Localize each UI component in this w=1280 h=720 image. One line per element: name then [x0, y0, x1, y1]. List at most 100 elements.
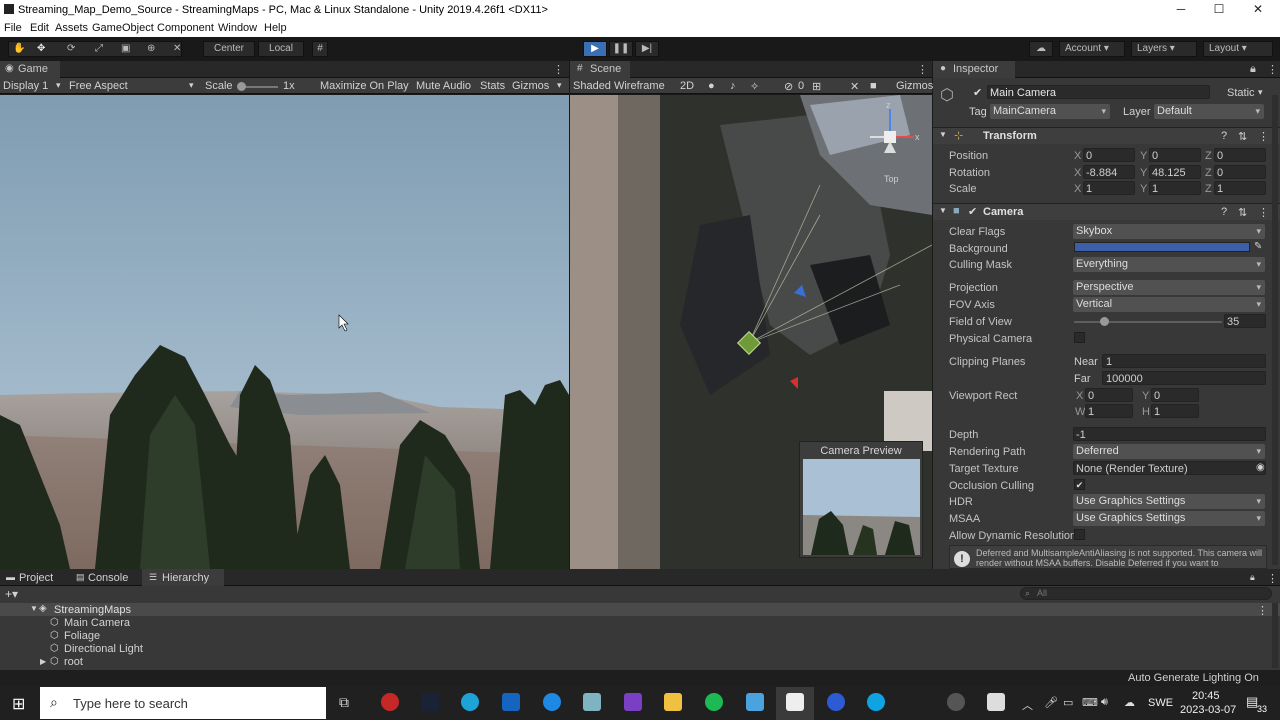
app-blue-icon[interactable]	[746, 693, 764, 711]
outlook-icon[interactable]	[502, 693, 520, 711]
projection-dropdown[interactable]: Perspective	[1073, 280, 1265, 295]
language-indicator[interactable]: SWE	[1148, 697, 1173, 709]
hierarchy-menu-icon[interactable]: ⋮	[1267, 572, 1278, 585]
hidden-objects-icon[interactable]: ⊘	[784, 80, 793, 93]
menu-edit[interactable]: Edit	[30, 22, 49, 34]
menu-file[interactable]: File	[4, 22, 22, 34]
object-picker-icon[interactable]: ◉	[1256, 462, 1265, 473]
layers-dropdown[interactable]: Layers ▾	[1131, 41, 1197, 57]
msaa-dropdown[interactable]: Use Graphics Settings	[1073, 511, 1265, 526]
menu-gameobject[interactable]: GameObject	[92, 22, 154, 34]
tools-icon[interactable]: ✕	[850, 80, 859, 93]
transform-foldout-icon[interactable]: ▼	[939, 130, 947, 139]
rendering-path-dropdown[interactable]: Deferred	[1073, 444, 1265, 459]
scene-expand-icon[interactable]: ▼	[30, 604, 38, 613]
create-button[interactable]: +▾	[5, 587, 18, 601]
hierarchy-item-foliage[interactable]	[0, 630, 1270, 643]
transform-presets-icon[interactable]: ⇅	[1238, 130, 1247, 143]
physical-camera-checkbox[interactable]	[1074, 332, 1085, 343]
project-tab[interactable]: Project	[19, 572, 53, 584]
near-field[interactable]	[1102, 354, 1266, 368]
depth-field[interactable]	[1073, 427, 1266, 441]
scene-root-row[interactable]	[0, 603, 1280, 616]
stats-toggle[interactable]: Stats	[480, 80, 505, 92]
hierarchy-item-main-camera[interactable]	[0, 617, 1270, 630]
windows-start-icon[interactable]: ⊞	[12, 694, 25, 714]
game-menu-icon[interactable]: ⋮	[553, 63, 564, 76]
camera-settings-icon[interactable]: ■	[870, 80, 877, 92]
display-dropdown[interactable]: Display 1	[3, 80, 48, 92]
background-color-swatch[interactable]	[1074, 242, 1250, 252]
unity-hub-icon[interactable]	[987, 693, 1005, 711]
maximize-on-play-toggle[interactable]: Maximize On Play	[320, 80, 409, 92]
rotate-tool-icon[interactable]: ⟳	[67, 42, 75, 56]
game-gizmos-toggle[interactable]: Gizmos	[512, 80, 549, 92]
console-tab[interactable]: Console	[88, 572, 128, 584]
grid-toggle-icon[interactable]: ⊞	[812, 80, 821, 93]
grid-snap-icon[interactable]: #	[312, 41, 328, 57]
clear-flags-dropdown[interactable]: Skybox	[1073, 224, 1265, 239]
menu-window[interactable]: Window	[218, 22, 257, 34]
app-teal-icon[interactable]	[583, 693, 601, 711]
camera-enabled-checkbox[interactable]: ✔	[968, 205, 977, 218]
scale-slider-handle[interactable]	[237, 82, 246, 91]
camera-help-icon[interactable]: ?	[1221, 206, 1227, 218]
hierarchy-search-input[interactable]	[1020, 587, 1272, 600]
step-button[interactable]: ▶|	[635, 41, 659, 57]
app-red-icon[interactable]	[381, 693, 399, 711]
close-button[interactable]: ✕	[1248, 2, 1268, 16]
hierarchy-item-root[interactable]	[0, 656, 1270, 669]
visual-studio-icon[interactable]	[624, 693, 642, 711]
rect-tool-icon[interactable]: ▣	[121, 42, 130, 56]
layout-dropdown[interactable]: Layout ▾	[1203, 41, 1273, 57]
scene-row-menu-icon[interactable]: ⋮	[1257, 604, 1268, 617]
occlusion-culling-checkbox[interactable]: ✔	[1074, 479, 1085, 490]
task-view-icon[interactable]: ⧉	[339, 694, 349, 711]
custom-tool-icon[interactable]: ✕	[173, 42, 181, 56]
account-dropdown[interactable]: Account ▾	[1059, 41, 1125, 57]
transform-help-icon[interactable]: ?	[1221, 130, 1227, 142]
file-explorer-icon[interactable]	[664, 693, 682, 711]
pause-button[interactable]: ❚❚	[609, 41, 633, 57]
culling-mask-dropdown[interactable]: Everything	[1073, 257, 1265, 272]
fov-axis-dropdown[interactable]: Vertical	[1073, 297, 1265, 312]
inspector-scrollbar[interactable]	[1272, 95, 1278, 565]
clock-date[interactable]: 2023-03-07	[1180, 704, 1236, 716]
game-viewport[interactable]	[0, 95, 569, 569]
shading-mode-dropdown[interactable]: Shaded Wireframe	[573, 80, 665, 92]
camera-menu-icon[interactable]: ⋮	[1258, 206, 1269, 219]
lighting-toggle-icon[interactable]: ●	[708, 80, 715, 92]
hdr-dropdown[interactable]: Use Graphics Settings	[1073, 494, 1265, 509]
hand-tool-icon[interactable]: ✋	[13, 42, 25, 56]
layer-dropdown[interactable]: Default	[1154, 104, 1264, 119]
mute-audio-toggle[interactable]: Mute Audio	[416, 80, 471, 92]
mic-icon[interactable]: 🎤︎	[1044, 696, 1058, 709]
skype-icon[interactable]	[867, 693, 885, 711]
hierarchy-lock-icon[interactable]: 🔒︎	[1250, 572, 1255, 583]
aspect-dropdown[interactable]: Free Aspect	[69, 80, 128, 92]
menu-help[interactable]: Help	[264, 22, 287, 34]
inspector-menu-icon[interactable]: ⋮	[1267, 63, 1278, 76]
lock-icon[interactable]: 🔒︎	[1250, 63, 1256, 76]
menu-component[interactable]: Component	[157, 22, 214, 34]
pivot-center-button[interactable]: Center	[203, 41, 255, 57]
root-expand-icon[interactable]: ▶	[40, 657, 46, 666]
pivot-local-button[interactable]: Local	[258, 41, 304, 57]
app-power-icon[interactable]	[827, 693, 845, 711]
spotify-icon[interactable]	[705, 693, 723, 711]
tray-app-icon[interactable]	[947, 693, 965, 711]
dynamic-resolution-checkbox[interactable]	[1074, 529, 1085, 540]
scene-gizmos-dropdown[interactable]: Gizmos	[896, 80, 933, 92]
transform-tool-icon[interactable]: ⊕	[147, 42, 155, 56]
static-toggle[interactable]: Static	[1227, 87, 1255, 99]
tag-dropdown[interactable]: MainCamera	[990, 104, 1110, 119]
minimize-button[interactable]: ─	[1171, 2, 1191, 16]
fov-slider-track[interactable]	[1074, 321, 1222, 323]
tray-chevron-icon[interactable]: ︿	[1022, 697, 1033, 713]
maximize-button[interactable]: ☐	[1209, 2, 1229, 16]
effects-toggle-icon[interactable]: ✧	[750, 80, 759, 93]
edge-icon[interactable]	[461, 693, 479, 711]
transform-menu-icon[interactable]: ⋮	[1258, 130, 1269, 143]
app-dark-icon[interactable]	[421, 693, 439, 711]
camera-foldout-icon[interactable]: ▼	[939, 206, 947, 215]
